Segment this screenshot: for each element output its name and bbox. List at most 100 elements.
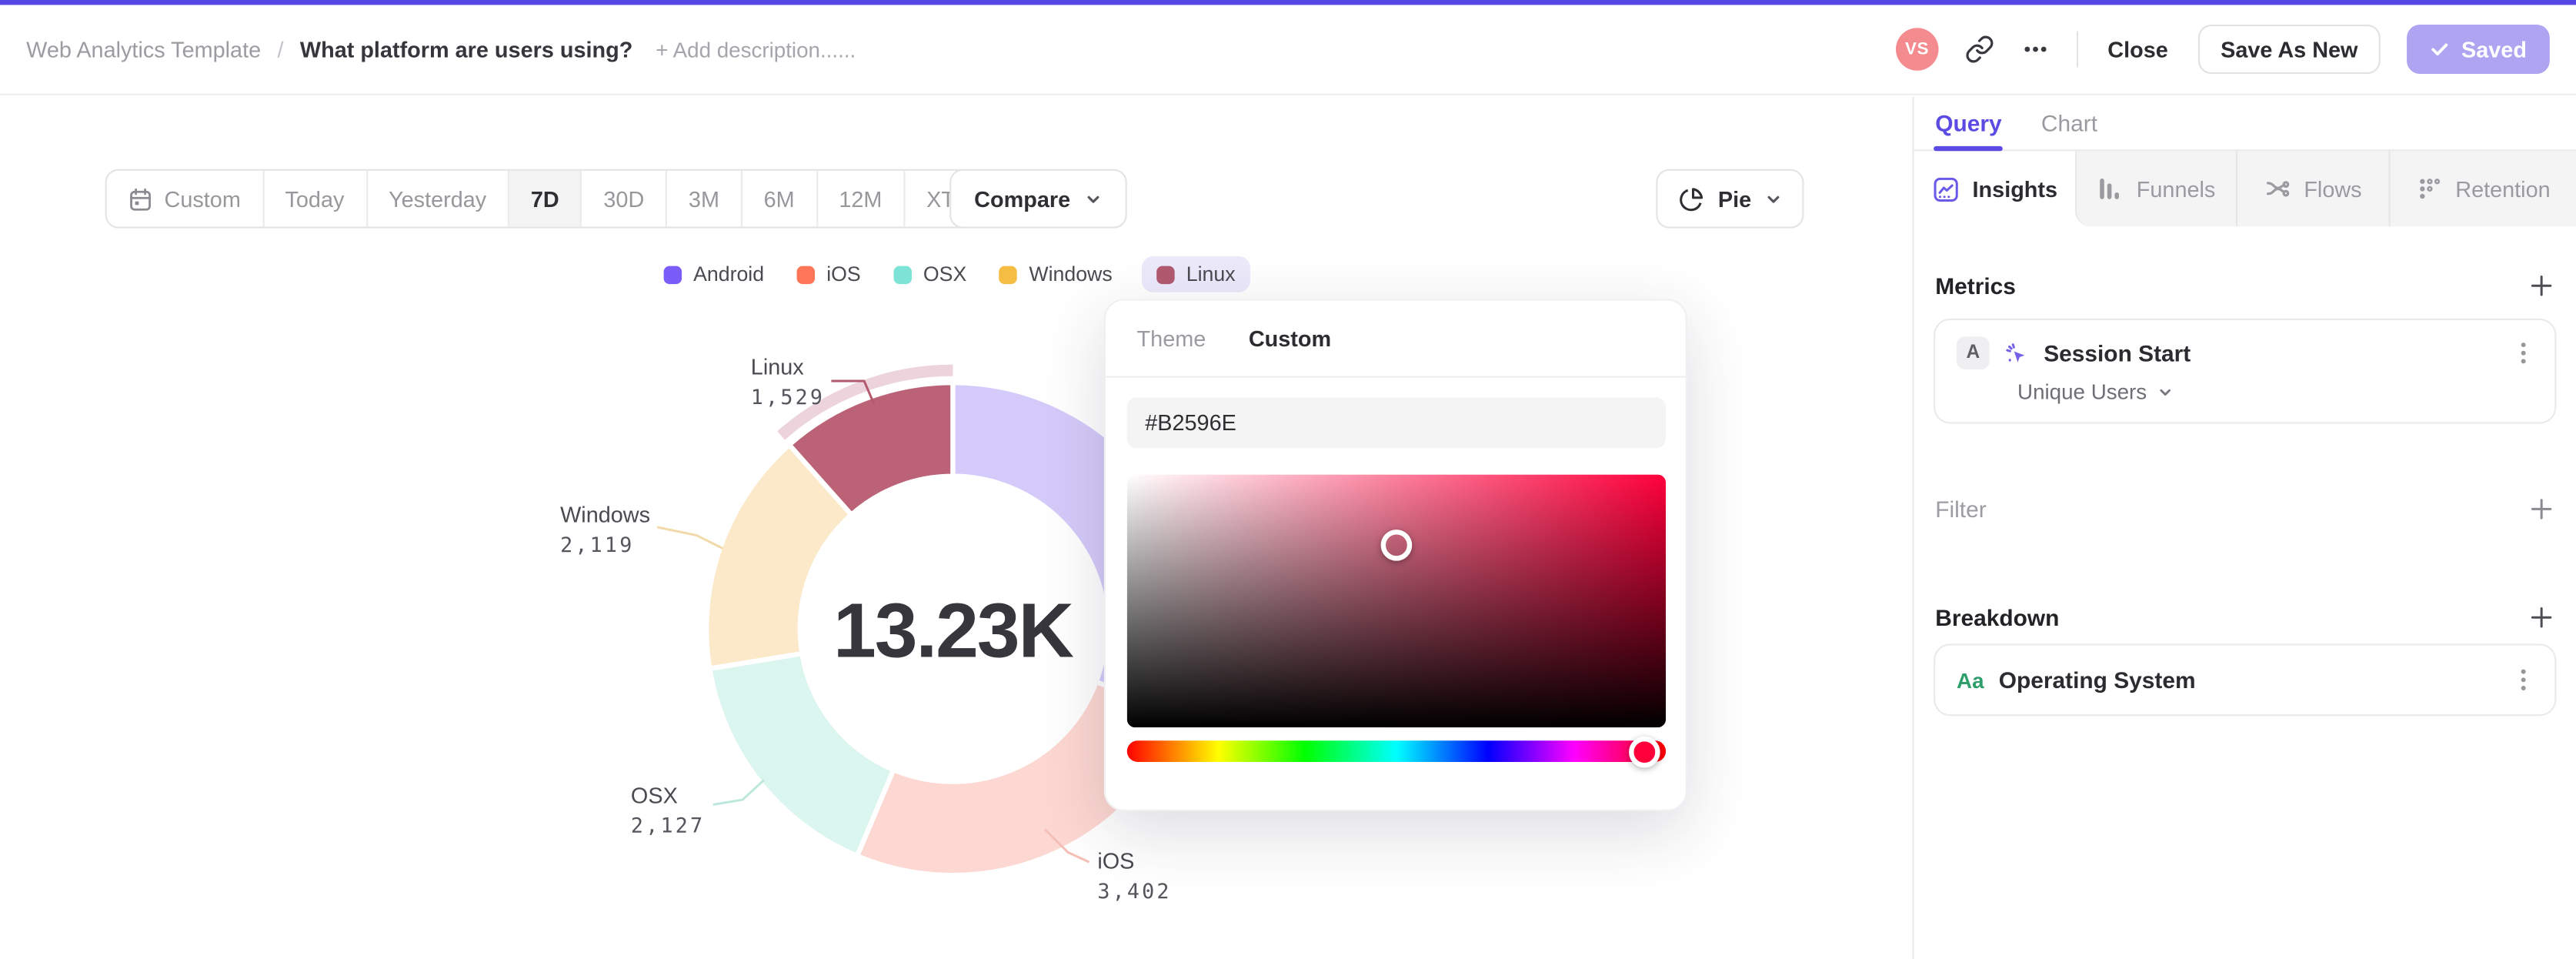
range-12m[interactable]: 12M xyxy=(818,170,906,227)
breakdown-card[interactable]: Aa Operating System xyxy=(1934,643,2557,717)
add-metric-button[interactable] xyxy=(2530,274,2553,297)
check-icon xyxy=(2431,43,2448,56)
main-content: Custom Today Yesterday 7D 30D 3M 6M 12M XTD Comp… xyxy=(0,96,1911,959)
legend-label: OSX xyxy=(923,262,967,286)
color-picker-tabs: Theme Custom xyxy=(1105,300,1686,378)
funnels-icon xyxy=(2101,178,2121,199)
breakdown-title: Breakdown xyxy=(1935,604,2060,631)
tab-query[interactable]: Query xyxy=(1935,110,2001,136)
insight-mode-tabs: Insights Funnels Flows Retention xyxy=(1914,151,2576,227)
legend-item-linux[interactable]: Linux xyxy=(1142,256,1250,292)
aggregation-select[interactable]: Unique Users xyxy=(2017,379,2535,404)
breadcrumb: Web Analytics Template / What platform a… xyxy=(26,37,856,62)
header: Web Analytics Template / What platform a… xyxy=(0,5,2576,95)
slice-label-ios: iOS 3,402 xyxy=(1097,849,1171,903)
range-3m[interactable]: 3M xyxy=(667,170,742,227)
share-link-button[interactable] xyxy=(1964,35,1994,64)
legend-item-windows[interactable]: Windows xyxy=(996,256,1116,292)
metric-options-button[interactable] xyxy=(2512,340,2535,366)
range-label: Yesterday xyxy=(389,186,487,212)
range-6m[interactable]: 6M xyxy=(742,170,818,227)
legend-swatch xyxy=(893,265,912,284)
calendar-icon xyxy=(130,187,151,210)
save-as-new-button[interactable]: Save As New xyxy=(2197,25,2381,75)
add-description-button[interactable]: + Add description...... xyxy=(656,37,856,62)
range-label: 3M xyxy=(688,186,719,212)
hex-color-input[interactable] xyxy=(1126,397,1667,449)
add-filter-button[interactable] xyxy=(2530,497,2553,520)
metric-name[interactable]: Session Start xyxy=(2044,340,2498,366)
breadcrumb-separator: / xyxy=(277,37,284,62)
range-label: 6M xyxy=(763,186,795,212)
breakdown-name[interactable]: Operating System xyxy=(1999,667,2498,693)
legend-item-android[interactable]: Android xyxy=(660,256,767,292)
tab-custom[interactable]: Custom xyxy=(1249,326,1331,351)
flows-icon xyxy=(2267,181,2291,197)
legend-label: iOS xyxy=(826,262,861,286)
range-7d[interactable]: 7D xyxy=(509,170,582,227)
link-icon xyxy=(1966,35,1994,63)
legend-item-osx[interactable]: OSX xyxy=(890,256,969,292)
sidebar: Query Chart Insights Funnels Flows Reten… xyxy=(1912,96,2576,959)
breadcrumb-root[interactable]: Web Analytics Template xyxy=(26,37,261,62)
date-range-group: Custom Today Yesterday 7D 30D 3M 6M 12M XTD xyxy=(105,169,1024,229)
aggregation-label: Unique Users xyxy=(2017,379,2147,404)
tab-retention[interactable]: Retention xyxy=(2391,151,2576,226)
tab-funnels[interactable]: Funnels xyxy=(2077,151,2238,227)
chart-center-total: 13.23K xyxy=(833,586,1074,673)
chevron-down-icon xyxy=(1767,195,1780,202)
retention-icon xyxy=(2419,179,2440,199)
legend-swatch xyxy=(663,265,682,284)
tab-flows[interactable]: Flows xyxy=(2237,151,2391,227)
legend-label: Android xyxy=(693,262,765,286)
chart-type-button[interactable]: Pie xyxy=(1655,169,1804,229)
add-breakdown-button[interactable] xyxy=(2530,606,2553,629)
metrics-title: Metrics xyxy=(1935,272,2016,299)
tab-retention-label: Retention xyxy=(2455,176,2551,202)
plus-icon xyxy=(2531,499,2552,520)
slice-label-name: Windows xyxy=(560,502,651,527)
saved-label: Saved xyxy=(2461,37,2527,62)
page-title[interactable]: What platform are users using? xyxy=(300,37,632,62)
metric-row: A Session Start xyxy=(1957,336,2535,370)
metric-card[interactable]: A Session Start Unique Users xyxy=(1934,318,2557,424)
hue-handle[interactable] xyxy=(1629,735,1661,767)
more-options-button[interactable] xyxy=(2020,35,2050,64)
pie-chart-icon xyxy=(1679,187,1703,211)
insights-icon xyxy=(1933,176,1957,201)
range-today[interactable]: Today xyxy=(264,170,368,227)
hue-slider[interactable] xyxy=(1126,735,1667,767)
event-cursor-icon xyxy=(2006,342,2025,362)
range-label: Today xyxy=(285,186,345,212)
saved-button[interactable]: Saved xyxy=(2407,25,2550,75)
chevron-down-icon xyxy=(1086,195,1099,202)
chart-legend: Android iOS OSX Windows Linux xyxy=(0,256,1910,292)
range-30d[interactable]: 30D xyxy=(582,170,668,227)
slice-label-windows: Windows 2,119 xyxy=(560,503,650,556)
close-button[interactable]: Close xyxy=(2104,37,2171,62)
slice-label-name: OSX xyxy=(630,783,678,808)
compare-button[interactable]: Compare xyxy=(949,169,1126,229)
kebab-icon xyxy=(2521,342,2526,364)
tab-theme[interactable]: Theme xyxy=(1137,326,1206,351)
range-custom[interactable]: Custom xyxy=(107,170,264,227)
saturation-cursor[interactable] xyxy=(1380,530,1413,561)
filter-section-header: Filter xyxy=(1914,490,2576,529)
slice-osx[interactable] xyxy=(707,650,896,859)
avatar[interactable]: VS xyxy=(1895,28,1939,71)
tab-chart[interactable]: Chart xyxy=(2041,110,2097,136)
tab-insights-label: Insights xyxy=(1972,176,2058,202)
plus-icon xyxy=(2531,276,2552,296)
ellipsis-icon xyxy=(2024,46,2047,52)
legend-item-ios[interactable]: iOS xyxy=(794,256,864,292)
metric-series-badge: A xyxy=(1957,336,1990,370)
range-label: Custom xyxy=(164,186,241,212)
chart-type-label: Pie xyxy=(1717,186,1752,212)
tab-insights[interactable]: Insights xyxy=(1914,151,2075,227)
breakdown-options-button[interactable] xyxy=(2512,667,2535,693)
saturation-area[interactable] xyxy=(1126,474,1667,728)
leader-line-osx xyxy=(712,779,765,806)
range-label: 30D xyxy=(603,186,645,212)
slice-label-osx: OSX 2,127 xyxy=(631,784,705,837)
range-yesterday[interactable]: Yesterday xyxy=(367,170,510,227)
